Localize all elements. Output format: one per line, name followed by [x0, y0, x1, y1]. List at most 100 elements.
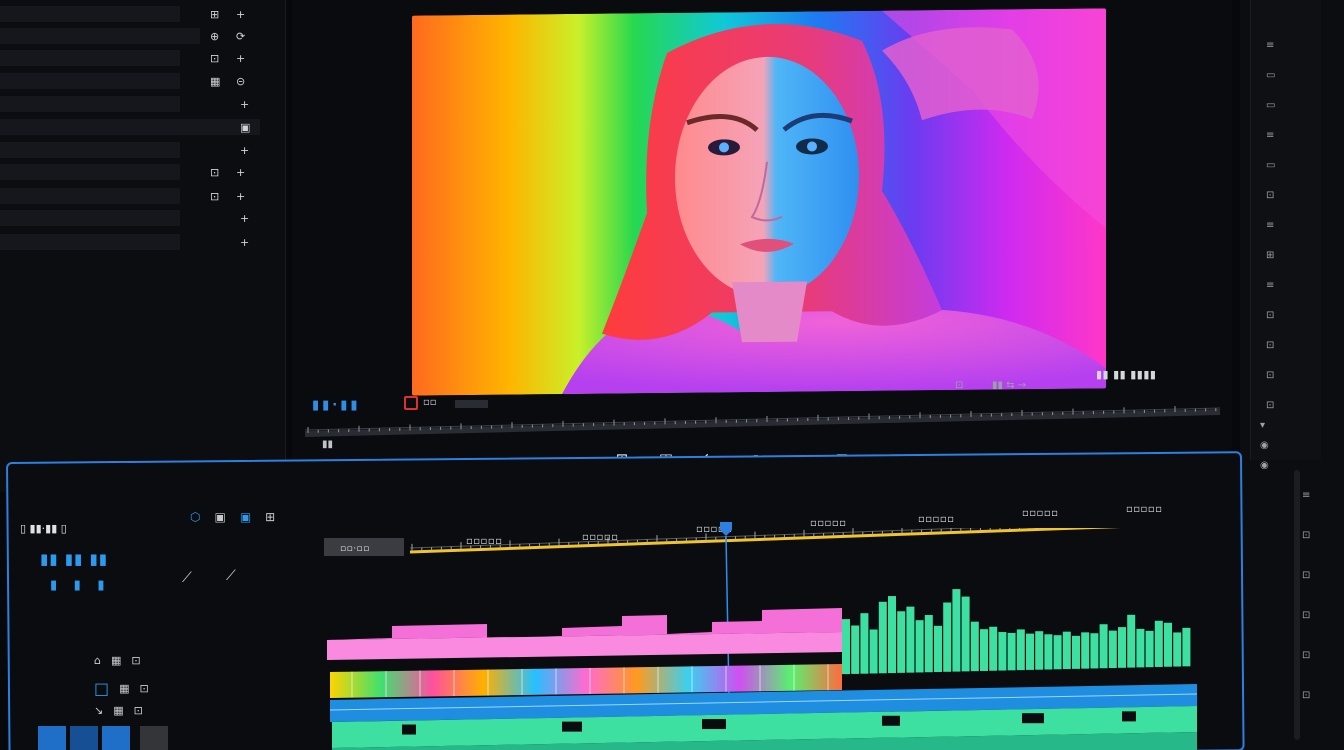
timeline-timestamp: ▫▫▫▫▫ — [1022, 508, 1059, 519]
lock-icon[interactable]: ⊡ — [140, 682, 149, 695]
tool-strip-icon[interactable]: ⊡ — [1266, 190, 1274, 201]
tool-strip-icon[interactable]: ⊡ — [1266, 400, 1274, 411]
project-panel-row[interactable]: ▦ ⊝ — [0, 71, 262, 91]
timeline-timestamp: ▫▫▫▫▫ — [1126, 504, 1163, 515]
monitor-settings-icon[interactable]: ⊡ ▮▮ ⇆ → — [955, 380, 1026, 391]
video-preview-frame[interactable] — [412, 8, 1106, 396]
video-editor-window: ⊞+⊕⟳⊡+▦⊝+▣+⊡+⊡+++ ■ + — [0, 0, 1344, 750]
track-button[interactable] — [70, 726, 98, 750]
add-icon[interactable]: + — [240, 236, 249, 249]
right-tool-strip: ≡ ▭ ▭ ≡ ▭ ⊡ ≡ ⊞ ≡ ⊡ ⊡ ⊡ ⊡ ▾ ◉ ◉ ≡ ⊡ ⊡ ⊡ ⊡ ⊡ — [1240, 0, 1344, 750]
add-icon[interactable]: + — [236, 52, 245, 65]
add-icon[interactable]: + — [236, 190, 245, 203]
panel-action-icon[interactable]: ▦ — [210, 75, 220, 88]
toggle-output-icon[interactable]: ▦ — [111, 654, 121, 667]
add-icon[interactable]: + — [240, 212, 249, 225]
timeline-timestamp: ▫▫▫▫▫ — [466, 536, 503, 547]
add-marker-icon[interactable]: ▣ — [240, 510, 251, 524]
row-background — [0, 73, 180, 89]
panel-action-icon[interactable]: ▣ — [240, 121, 250, 134]
preview-image — [412, 8, 1106, 396]
track-header-v1[interactable]: ⌂ ▦ ⊡ — [94, 654, 141, 667]
panel-action-icon[interactable]: ⊕ — [210, 30, 219, 43]
tool-strip-icon[interactable]: ⊡ — [1302, 570, 1310, 581]
tool-strip-icon[interactable]: ⊡ — [1266, 340, 1274, 351]
project-panel-row[interactable]: ⊕ ⟳ — [0, 26, 262, 46]
timeline-tracks[interactable] — [322, 560, 1202, 750]
project-panel-row[interactable]: ⊡ + — [0, 48, 262, 68]
row-background — [0, 164, 180, 180]
wrench-icon[interactable]: ⟋ — [182, 570, 192, 586]
toggle-output-icon[interactable]: ▦ — [119, 682, 129, 695]
arrow-icon[interactable]: ↘ — [94, 704, 103, 717]
lock-icon[interactable]: ⊡ — [131, 654, 140, 667]
track-header-a1[interactable]: ↘ ▦ ⊡ — [94, 704, 143, 717]
solo-icon[interactable]: ⊡ — [134, 704, 143, 717]
row-background — [0, 188, 180, 204]
timeline-title: ▯ ▮▮·▮▮ ▯ — [20, 522, 67, 535]
monitor-duration: ▮▮ ▮▮ ▮▮▮▮ — [1096, 368, 1157, 381]
tool-strip-icon[interactable]: ▭ — [1266, 160, 1275, 171]
track-button[interactable] — [38, 726, 66, 750]
row-background — [0, 210, 180, 226]
tool-strip-icon[interactable]: ≡ — [1266, 280, 1274, 291]
tool-strip-icon[interactable]: ≡ — [1266, 130, 1274, 141]
row-background — [0, 142, 180, 158]
tool-strip-icon[interactable]: ⊡ — [1266, 310, 1274, 321]
timeline-timestamp: ▫▫▫▫▫ — [918, 514, 955, 525]
tool-strip-icon[interactable]: ≡ — [1266, 40, 1274, 51]
settings-icon[interactable]: ⊞ — [265, 510, 275, 524]
tool-strip-icon[interactable]: ◉ — [1260, 460, 1269, 471]
panel-action-icon[interactable]: ⊡ — [210, 190, 219, 203]
snap-icon[interactable]: ⬡ — [190, 510, 200, 524]
track-footer-buttons — [38, 726, 168, 750]
tool-strip-icon[interactable]: ⊡ — [1302, 610, 1310, 621]
vertical-scrollbar[interactable] — [1294, 470, 1300, 740]
timeline-tools: ⬡ ▣ ▣ ⊞ — [190, 510, 275, 524]
project-panel: ⊞+⊕⟳⊡+▦⊝+▣+⊡+⊡+++ ■ + — [0, 0, 286, 495]
monitor-scrub-ruler[interactable] — [300, 400, 1225, 440]
row-background — [0, 6, 180, 22]
panel-action-icon[interactable]: ⊝ — [236, 75, 245, 88]
project-panel-row[interactable]: ▣ — [0, 117, 262, 137]
track-header-v2[interactable]: □ ▦ ⊡ — [94, 679, 149, 698]
linked-selection-icon[interactable]: ▣ — [214, 510, 225, 524]
add-icon[interactable]: + — [236, 8, 245, 21]
row-background — [0, 234, 180, 250]
marker-icon[interactable]: ⟋ — [226, 568, 236, 584]
tool-strip-icon[interactable]: ≡ — [1302, 490, 1310, 501]
tool-strip-icon[interactable]: ⊡ — [1302, 530, 1310, 541]
sequence-sub-label: ▮ ▮ ▮ — [50, 578, 111, 593]
add-icon[interactable]: + — [236, 166, 245, 179]
panel-action-icon[interactable]: ⊡ — [210, 52, 219, 65]
target-track-icon[interactable]: □ — [94, 679, 109, 698]
panel-action-icon[interactable]: ⟳ — [236, 30, 245, 43]
tool-strip-icon[interactable]: ▭ — [1266, 100, 1275, 111]
tool-strip-icon[interactable]: ≡ — [1266, 220, 1274, 231]
tool-strip-icon[interactable]: ⊡ — [1302, 650, 1310, 661]
track-button[interactable] — [102, 726, 130, 750]
add-icon[interactable]: + — [240, 98, 249, 111]
tool-strip-icon[interactable]: ▭ — [1266, 70, 1275, 81]
project-panel-row[interactable]: + — [0, 208, 262, 228]
tool-strip-icon[interactable]: ⊡ — [1302, 690, 1310, 701]
tool-strip-icon[interactable]: ▾ — [1260, 420, 1265, 431]
project-panel-row[interactable]: ⊡ + — [0, 186, 262, 206]
tool-strip-icon[interactable]: ⊡ — [1266, 370, 1274, 381]
tool-strip-icon[interactable]: ◉ — [1260, 440, 1269, 451]
project-panel-row[interactable]: ⊞ + — [0, 4, 262, 24]
panel-action-icon[interactable]: ⊡ — [210, 166, 219, 179]
project-panel-row[interactable]: ⊡ + — [0, 162, 262, 182]
row-background — [0, 96, 180, 112]
track-button[interactable] — [140, 726, 168, 750]
home-icon[interactable]: ⌂ — [94, 654, 101, 667]
row-background — [0, 28, 200, 44]
panel-action-icon[interactable]: ⊞ — [210, 8, 219, 21]
tool-strip-icon[interactable]: ⊞ — [1266, 250, 1274, 261]
mute-icon[interactable]: ▦ — [113, 704, 123, 717]
add-icon[interactable]: + — [240, 144, 249, 157]
project-panel-row[interactable]: + — [0, 94, 262, 114]
project-panel-row[interactable]: + — [0, 140, 262, 160]
monitor-ruler-label: ▮▮ — [322, 439, 334, 450]
project-panel-row[interactable]: + — [0, 232, 262, 252]
